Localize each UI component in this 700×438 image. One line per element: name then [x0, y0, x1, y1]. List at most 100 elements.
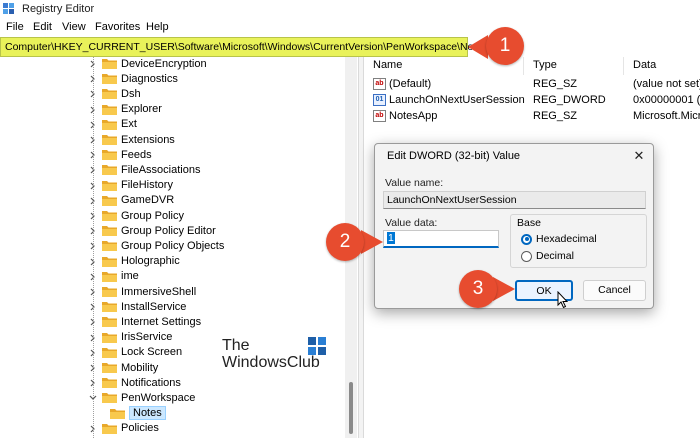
address-bar[interactable]: Computer\HKEY_CURRENT_USER\Software\Micr… [0, 37, 487, 57]
tree-item-label: DeviceEncryption [121, 57, 207, 70]
tree-item[interactable]: Internet Settings [89, 314, 201, 329]
tree-item[interactable]: Diagnostics [89, 71, 178, 86]
window-title: Registry Editor [22, 3, 95, 15]
radio-checked-icon[interactable] [521, 233, 532, 245]
tree-item[interactable]: Group Policy Editor [89, 223, 216, 238]
radio-hexadecimal[interactable]: Hexadecimal [521, 233, 597, 245]
close-icon[interactable]: ✕ [631, 148, 647, 164]
tree-item[interactable]: InstallService [89, 299, 186, 314]
folder-icon [102, 73, 117, 85]
tree-item-label: ImmersiveShell [121, 285, 197, 298]
tree-item-label: Internet Settings [121, 315, 202, 328]
radio-unchecked-icon[interactable] [521, 250, 532, 262]
tree-item-label: Notifications [121, 376, 181, 389]
value-data: 0x00000001 (1) [633, 94, 700, 106]
tree-item[interactable]: Notifications [89, 375, 181, 390]
tree-item[interactable]: DeviceEncryption [89, 57, 207, 71]
value-name-label: Value name: [385, 177, 444, 189]
menu-help[interactable]: Help [146, 21, 169, 33]
watermark-line2: WindowsClub [222, 354, 320, 371]
tree-item[interactable]: Ext [89, 117, 137, 132]
windowsclub-logo-icon [308, 337, 326, 355]
value-row[interactable]: ab NotesApp REG_SZ Microsoft.Micr [364, 109, 700, 125]
folder-icon [102, 377, 117, 389]
title-bar: Registry Editor [0, 0, 700, 18]
tree-item[interactable]: Dsh [89, 86, 141, 101]
value-row[interactable]: 01 LaunchOnNextUserSession REG_DWORD 0x0… [364, 93, 700, 109]
scrollbar-thumb[interactable] [349, 382, 353, 434]
tree-item[interactable]: Group Policy Objects [89, 238, 224, 253]
tree-item-label: Feeds [121, 148, 152, 161]
tree-item[interactable]: Explorer [89, 102, 162, 117]
column-header-type[interactable]: Type [524, 57, 624, 75]
step-callout-1: 1 [486, 27, 524, 65]
menu-view[interactable]: View [62, 21, 86, 33]
watermark: The WindowsClub [222, 337, 332, 377]
tree-item[interactable]: ime [89, 269, 139, 284]
tree-item[interactable]: Feeds [89, 147, 152, 162]
tree-item-label: FileAssociations [121, 163, 201, 176]
menu-file[interactable]: File [6, 21, 24, 33]
tree-item[interactable]: GameDVR [89, 193, 174, 208]
value-data-text: 1 [387, 232, 395, 244]
registry-editor-icon [3, 3, 14, 14]
tree-item[interactable]: Notes [106, 406, 166, 421]
tree-item-label: Group Policy [121, 209, 184, 222]
folder-icon [102, 134, 117, 145]
tree-item-label: Mobility [121, 361, 159, 374]
tree-item[interactable]: ImmersiveShell [89, 284, 196, 299]
string-value-icon: ab [373, 110, 386, 122]
value-type: REG_DWORD [533, 94, 606, 106]
tree-item[interactable]: FileHistory [89, 178, 173, 193]
folder-icon [102, 256, 117, 267]
tree-item-label: Dsh [121, 87, 141, 100]
tree-item-label: Lock Screen [121, 346, 183, 359]
dialog-title: Edit DWORD (32-bit) Value [387, 150, 521, 162]
tree-guide-line [93, 57, 94, 438]
value-data-input[interactable]: 1 [383, 230, 499, 248]
tree-item-label: Holographic [121, 255, 180, 268]
tree-item-label: Diagnostics [121, 72, 178, 85]
menu-edit[interactable]: Edit [33, 21, 52, 33]
value-name: NotesApp [389, 110, 438, 122]
folder-icon [102, 423, 117, 434]
cancel-button[interactable]: Cancel [583, 280, 646, 301]
folder-icon [102, 301, 117, 313]
folder-icon [102, 332, 117, 343]
folder-icon [102, 316, 117, 328]
dword-value-icon: 01 [373, 94, 386, 106]
string-value-icon: ab [373, 78, 386, 90]
radio-decimal[interactable]: Decimal [521, 250, 574, 262]
value-name-field: LaunchOnNextUserSession [383, 191, 646, 209]
folder-icon [102, 58, 117, 69]
callout-pointer [468, 35, 488, 59]
tree-item[interactable]: Group Policy [89, 208, 184, 223]
menu-favorites[interactable]: Favorites [95, 21, 140, 33]
value-row[interactable]: ab (Default) REG_SZ (value not set) [364, 77, 700, 93]
tree-item[interactable]: Lock Screen [89, 345, 182, 360]
folder-icon [102, 225, 117, 237]
tree-item[interactable]: Extensions [89, 132, 175, 147]
folder-icon [102, 180, 117, 191]
tree-item[interactable]: PenWorkspace [89, 390, 195, 405]
folder-icon [102, 362, 117, 373]
tree-item-label: Extensions [121, 133, 175, 146]
tree-item[interactable]: Mobility [89, 360, 158, 375]
step-callout-3: 3 [459, 270, 497, 308]
tree-item[interactable]: Policies [89, 421, 159, 436]
tree-item-label: Group Policy Editor [121, 224, 216, 237]
tree-item[interactable]: IrisService [89, 330, 172, 345]
folder-icon [102, 286, 117, 297]
address-path: Computer\HKEY_CURRENT_USER\Software\Micr… [5, 41, 488, 53]
tree-item-label: Notes [129, 406, 166, 421]
value-data-label: Value data: [385, 217, 438, 229]
tree-item-label: Explorer [121, 103, 162, 116]
folder-icon [102, 88, 117, 100]
tree-item[interactable]: FileAssociations [89, 162, 200, 177]
tree-item-label: PenWorkspace [121, 391, 196, 404]
menu-bar: File Edit View Favorites Help [0, 20, 700, 36]
column-header-data[interactable]: Data [624, 57, 700, 75]
folder-icon [102, 119, 117, 130]
folder-icon [110, 408, 125, 419]
tree-item[interactable]: Holographic [89, 254, 180, 269]
